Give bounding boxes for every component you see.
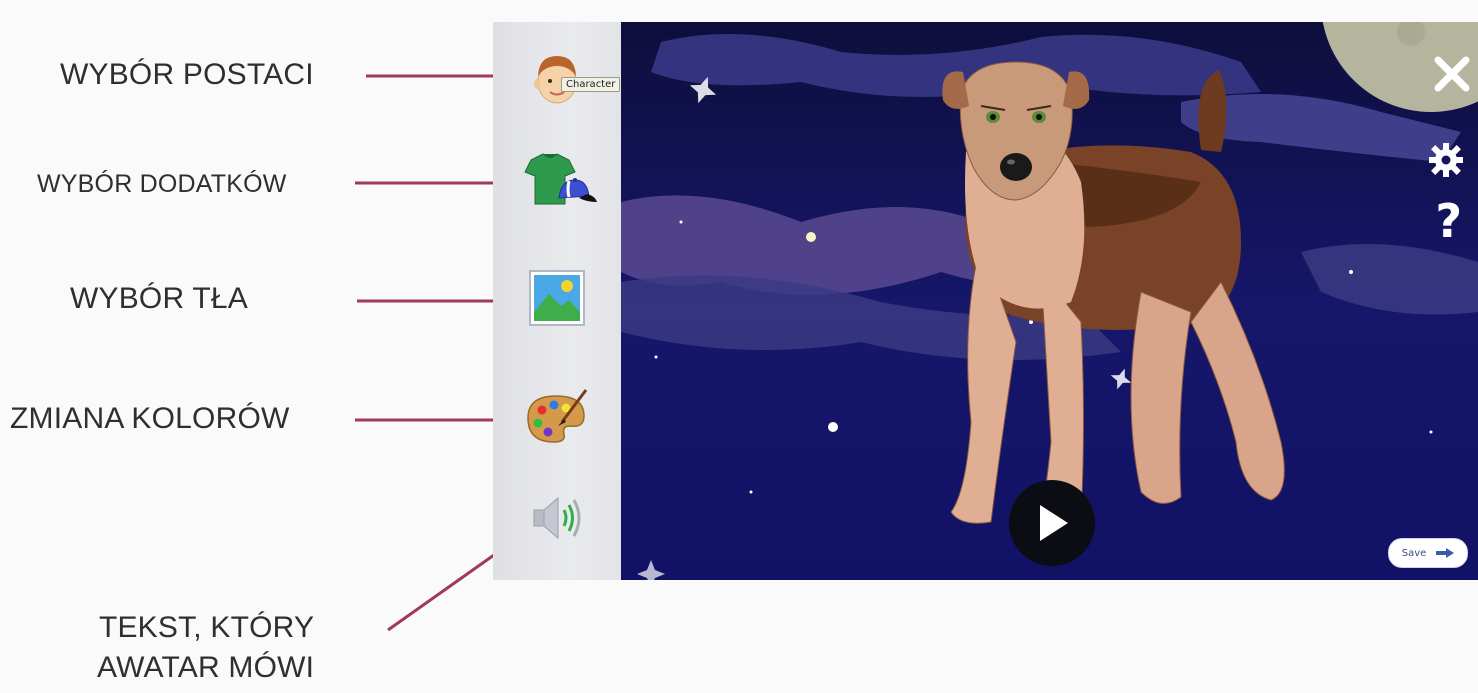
help-button[interactable]: ? — [1435, 194, 1462, 248]
label-extras-select: WYBÓR DODATKÓW — [37, 170, 287, 198]
label-background-select: WYBÓR TŁA — [70, 282, 248, 315]
sidebar: Character — [493, 22, 622, 580]
voice-button[interactable] — [517, 488, 597, 558]
avatar-stage: ? Save — [621, 22, 1478, 580]
colors-button[interactable] — [517, 386, 597, 456]
speaker-icon — [533, 496, 581, 540]
label-avatar-speech-line1: TEKST, KTÓRY — [98, 611, 315, 644]
close-icon[interactable] — [1432, 54, 1472, 94]
label-color-change: ZMIANA KOLORÓW — [10, 402, 290, 435]
avatar-app-window: Character ? Save — [493, 22, 1478, 580]
play-button[interactable] — [1009, 480, 1095, 566]
character-button[interactable]: Character — [517, 44, 621, 114]
label-avatar-speech: TEKST, KTÓRY AWATAR MÓWI — [97, 608, 314, 688]
face-icon — [534, 56, 580, 104]
landscape-picture-icon — [529, 270, 585, 326]
save-label: Save — [1401, 547, 1427, 559]
shirt-cap-icon — [524, 153, 597, 205]
character-tooltip: Character — [561, 77, 621, 92]
accessories-button[interactable] — [517, 150, 597, 220]
label-character-select: WYBÓR POSTACI — [60, 58, 314, 91]
play-icon — [1040, 505, 1068, 541]
label-avatar-speech-line2: AWATAR MÓWI — [97, 651, 315, 684]
background-button[interactable] — [517, 268, 597, 338]
paint-palette-icon — [527, 389, 588, 443]
arrow-right-icon — [1436, 548, 1455, 558]
gear-icon[interactable] — [1428, 140, 1464, 180]
save-button[interactable]: Save — [1388, 538, 1468, 568]
